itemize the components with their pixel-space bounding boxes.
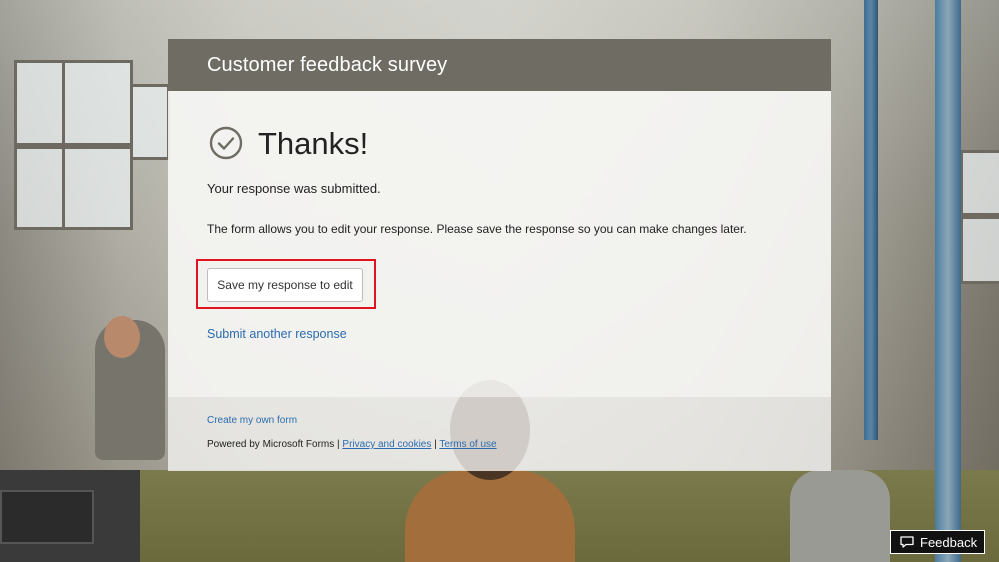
feedback-label: Feedback <box>920 535 978 550</box>
background-person-head <box>104 316 140 358</box>
footer-separator: | <box>434 439 437 450</box>
check-circle-icon <box>209 126 243 160</box>
background-pillar <box>864 0 878 440</box>
form-footer: Create my own form Powered by Microsoft … <box>168 397 831 471</box>
powered-by-text: Powered by Microsoft Forms | <box>207 439 340 450</box>
privacy-link[interactable]: Privacy and cookies <box>342 439 431 450</box>
speech-bubble-icon <box>900 536 914 548</box>
thanks-heading: Thanks! <box>258 126 369 161</box>
terms-link[interactable]: Terms of use <box>439 439 496 450</box>
form-title: Customer feedback survey <box>207 54 448 76</box>
background-chair <box>790 470 890 562</box>
background-window <box>14 146 65 230</box>
background-window <box>14 60 65 146</box>
background-window <box>960 150 999 216</box>
create-form-link[interactable]: Create my own form <box>207 415 297 426</box>
confirmation-panel: Thanks! Your response was submitted. The… <box>168 91 831 397</box>
background-window <box>62 60 133 146</box>
background-window <box>62 146 133 230</box>
background-window <box>960 216 999 284</box>
form-card: Customer feedback survey Thanks! Your re… <box>168 39 831 471</box>
submitted-message: Your response was submitted. <box>207 181 381 196</box>
submit-another-response-link[interactable]: Submit another response <box>207 327 347 341</box>
save-response-button[interactable]: Save my response to edit <box>207 268 363 302</box>
background-window <box>130 84 170 160</box>
background-person <box>405 470 575 562</box>
form-header: Customer feedback survey <box>168 39 831 91</box>
feedback-button[interactable]: Feedback <box>890 530 985 554</box>
powered-by-line: Powered by Microsoft Forms | Privacy and… <box>207 439 497 450</box>
edit-info-text: The form allows you to edit your respons… <box>207 222 747 236</box>
background-pillar <box>935 0 961 562</box>
background-printer <box>0 490 94 544</box>
